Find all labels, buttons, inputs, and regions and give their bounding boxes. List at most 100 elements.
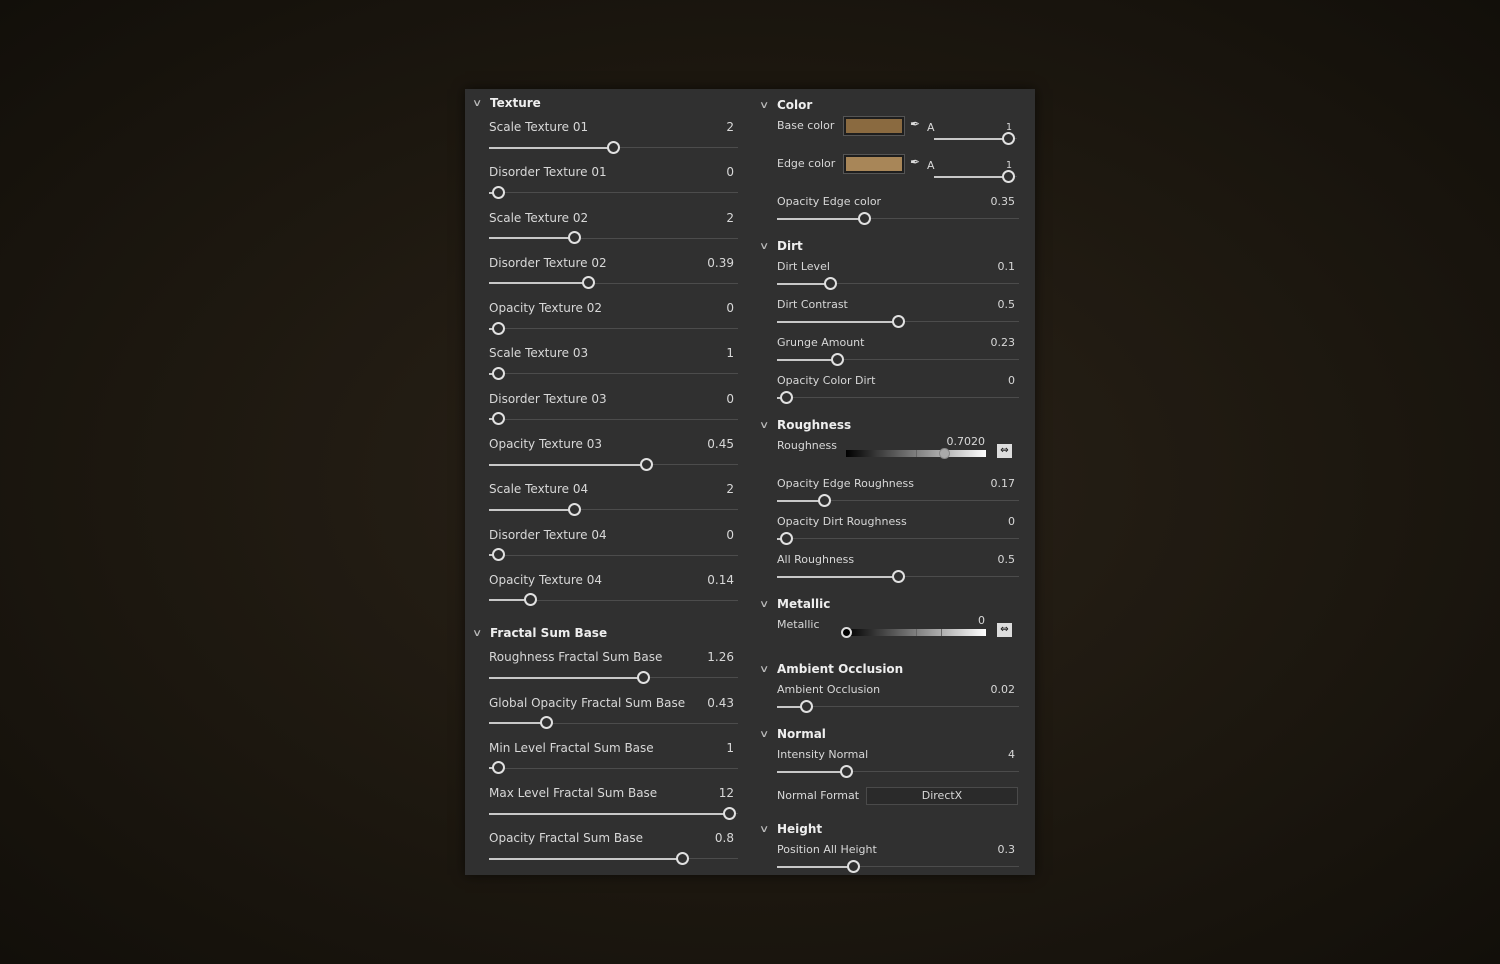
chevron-down-icon[interactable]: ∨ bbox=[759, 241, 780, 252]
slider-knob[interactable] bbox=[839, 764, 853, 778]
slider-knob[interactable] bbox=[831, 352, 845, 366]
slider[interactable] bbox=[489, 667, 738, 687]
swap-icon[interactable]: ⇔ bbox=[997, 444, 1012, 458]
slider-knob[interactable] bbox=[607, 140, 620, 154]
slider[interactable] bbox=[489, 545, 738, 565]
slider[interactable] bbox=[489, 803, 738, 823]
slider-value[interactable]: 0.02 bbox=[991, 680, 1016, 700]
slider[interactable] bbox=[489, 848, 738, 868]
slider-value[interactable]: 0.45 bbox=[707, 434, 734, 454]
slider[interactable] bbox=[489, 499, 738, 519]
section-header-ambient-occlusion[interactable]: ∨ Ambient Occlusion bbox=[759, 658, 1020, 680]
slider-knob[interactable] bbox=[491, 185, 505, 199]
chevron-down-icon[interactable]: ∨ bbox=[472, 98, 493, 109]
slider-value[interactable]: 0.3 bbox=[998, 840, 1016, 860]
slider-knob[interactable] bbox=[540, 716, 553, 730]
slider-knob[interactable] bbox=[491, 761, 505, 775]
slider-value[interactable]: 0 bbox=[726, 525, 734, 545]
gradient-value[interactable]: 0.7020 bbox=[947, 435, 986, 448]
slider-value[interactable]: 0.5 bbox=[998, 295, 1016, 315]
slider[interactable] bbox=[777, 313, 1019, 329]
gradient-knob[interactable] bbox=[938, 448, 950, 459]
slider-value[interactable]: 2 bbox=[726, 208, 734, 228]
slider-knob[interactable] bbox=[857, 211, 871, 225]
section-header-dirt[interactable]: ∨ Dirt bbox=[759, 235, 1020, 257]
slider[interactable] bbox=[489, 273, 738, 293]
chevron-down-icon[interactable]: ∨ bbox=[472, 628, 493, 639]
slider[interactable] bbox=[777, 210, 1019, 226]
swap-icon[interactable]: ⇔ bbox=[997, 623, 1012, 637]
slider-knob[interactable] bbox=[491, 366, 505, 380]
color-swatch[interactable] bbox=[843, 154, 905, 174]
slider-value[interactable]: 2 bbox=[726, 117, 734, 137]
slider[interactable] bbox=[489, 318, 738, 338]
section-header-metallic[interactable]: ∨ Metallic bbox=[759, 593, 1020, 615]
section-header-color[interactable]: ∨ Color bbox=[759, 94, 1020, 116]
slider-knob[interactable] bbox=[891, 314, 905, 328]
chevron-down-icon[interactable]: ∨ bbox=[759, 729, 780, 740]
slider-knob[interactable] bbox=[824, 276, 838, 290]
slider-value[interactable]: 0 bbox=[726, 298, 734, 318]
slider-knob[interactable] bbox=[817, 493, 831, 507]
slider-value[interactable]: 0.14 bbox=[707, 570, 734, 590]
slider-knob[interactable] bbox=[523, 593, 537, 607]
slider[interactable] bbox=[777, 275, 1019, 291]
slider[interactable] bbox=[777, 530, 1019, 546]
slider-knob[interactable] bbox=[491, 412, 505, 426]
eyedropper-icon[interactable]: ✒ bbox=[910, 155, 920, 169]
section-header-normal[interactable]: ∨ Normal bbox=[759, 723, 1020, 745]
slider-knob[interactable] bbox=[722, 806, 736, 820]
slider[interactable] bbox=[489, 590, 738, 610]
chevron-down-icon[interactable]: ∨ bbox=[759, 100, 780, 111]
slider[interactable] bbox=[777, 351, 1019, 367]
slider-value[interactable]: 0.17 bbox=[991, 474, 1016, 494]
slider-value[interactable]: 1 bbox=[726, 738, 734, 758]
normal-format-select[interactable]: DirectX bbox=[866, 787, 1018, 805]
slider-value[interactable]: 0.1 bbox=[998, 257, 1016, 277]
slider-knob[interactable] bbox=[567, 231, 581, 245]
slider-knob[interactable] bbox=[1001, 169, 1015, 183]
slider[interactable] bbox=[489, 363, 738, 383]
slider[interactable] bbox=[777, 568, 1019, 584]
section-header-height[interactable]: ∨ Height bbox=[759, 818, 1020, 840]
section-header-texture[interactable]: ∨ Texture bbox=[472, 92, 740, 114]
slider[interactable] bbox=[489, 409, 738, 429]
slider-value[interactable]: 1 bbox=[726, 343, 734, 363]
alpha-slider[interactable] bbox=[934, 168, 1017, 184]
slider[interactable] bbox=[489, 758, 738, 778]
slider[interactable] bbox=[777, 858, 1019, 874]
slider[interactable] bbox=[777, 389, 1019, 405]
slider[interactable] bbox=[777, 492, 1019, 508]
slider[interactable] bbox=[777, 698, 1019, 714]
gradient-knob[interactable] bbox=[840, 627, 852, 638]
alpha-slider[interactable] bbox=[934, 130, 1017, 146]
gradient-value[interactable]: 0 bbox=[978, 614, 985, 627]
slider-knob[interactable] bbox=[491, 548, 505, 562]
slider-value[interactable]: 0.35 bbox=[991, 192, 1016, 212]
slider-knob[interactable] bbox=[581, 276, 595, 290]
slider-value[interactable]: 0.5 bbox=[998, 550, 1016, 570]
slider-knob[interactable] bbox=[1001, 131, 1015, 145]
slider-value[interactable]: 0.43 bbox=[707, 693, 734, 713]
slider-value[interactable]: 4 bbox=[1008, 745, 1015, 765]
chevron-down-icon[interactable]: ∨ bbox=[759, 664, 780, 675]
chevron-down-icon[interactable]: ∨ bbox=[759, 420, 780, 431]
slider[interactable] bbox=[489, 137, 738, 157]
slider-value[interactable]: 0 bbox=[1008, 512, 1015, 532]
slider-knob[interactable] bbox=[637, 670, 651, 684]
slider-knob[interactable] bbox=[846, 859, 860, 873]
slider-value[interactable]: 1.26 bbox=[707, 647, 734, 667]
gradient-slider[interactable] bbox=[840, 627, 986, 638]
slider[interactable] bbox=[489, 713, 738, 733]
section-header-fractal-sum-base[interactable]: ∨ Fractal Sum Base bbox=[472, 622, 740, 644]
eyedropper-icon[interactable]: ✒ bbox=[910, 117, 920, 131]
slider-value[interactable]: 0.8 bbox=[715, 828, 734, 848]
slider-value[interactable]: 0.39 bbox=[707, 253, 734, 273]
slider-value[interactable]: 0 bbox=[726, 162, 734, 182]
slider-knob[interactable] bbox=[491, 321, 505, 335]
slider-knob[interactable] bbox=[779, 531, 793, 545]
slider[interactable] bbox=[489, 182, 738, 202]
slider-knob[interactable] bbox=[799, 699, 813, 713]
section-header-roughness[interactable]: ∨ Roughness bbox=[759, 414, 1020, 436]
slider[interactable] bbox=[489, 454, 738, 474]
